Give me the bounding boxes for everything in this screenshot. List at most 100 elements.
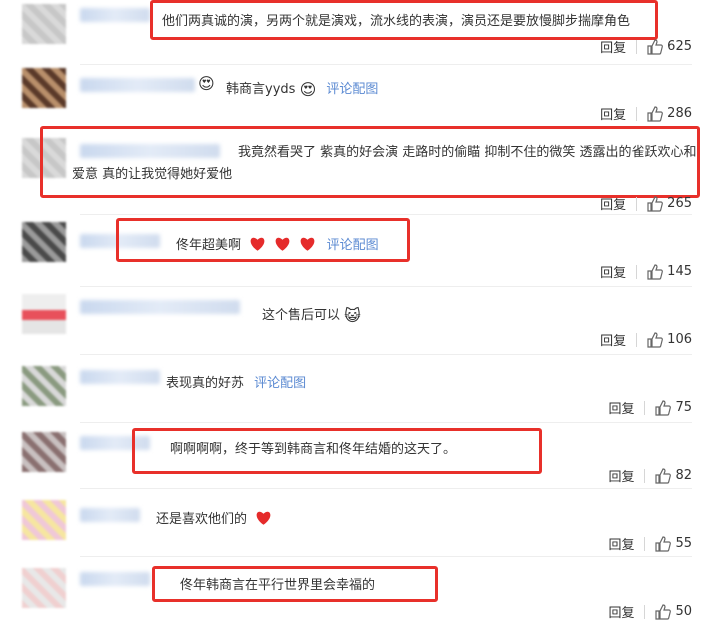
reply-button[interactable]: 回复 bbox=[600, 104, 626, 123]
reply-button[interactable]: 回复 bbox=[608, 602, 634, 621]
cat-emoji-icon: 😺 bbox=[344, 306, 361, 325]
comment-text: 韩商言yyds bbox=[226, 82, 296, 97]
divider bbox=[636, 39, 638, 54]
reply-button[interactable]: 回复 bbox=[600, 262, 626, 281]
comment-actions: 回复 106 bbox=[600, 330, 692, 349]
like-button[interactable]: 75 bbox=[655, 399, 692, 416]
like-count: 50 bbox=[675, 604, 692, 619]
comment-actions: 回复 145 bbox=[600, 262, 692, 281]
comment-actions: 回复 625 bbox=[600, 37, 692, 56]
thumbs-up-icon bbox=[647, 263, 664, 280]
divider bbox=[636, 332, 638, 347]
comment-text-line: 这个售后可以 😺 bbox=[262, 304, 361, 325]
comment-item: 佟年超美啊 评论配图 回复 145 bbox=[0, 216, 704, 286]
comment-image-link[interactable]: 评论配图 bbox=[254, 376, 306, 391]
divider bbox=[644, 468, 646, 483]
avatar[interactable] bbox=[22, 4, 66, 44]
like-button[interactable]: 286 bbox=[647, 105, 692, 122]
comment-text-line: 还是喜欢他们的 bbox=[156, 508, 272, 527]
comment-actions: 回复 286 bbox=[600, 104, 692, 123]
like-count: 265 bbox=[667, 196, 692, 211]
like-count: 625 bbox=[667, 39, 692, 54]
divider bbox=[80, 422, 692, 423]
reply-button[interactable]: 回复 bbox=[600, 194, 626, 213]
like-button[interactable]: 82 bbox=[655, 467, 692, 484]
reply-button[interactable]: 回复 bbox=[608, 466, 634, 485]
like-button[interactable]: 265 bbox=[647, 195, 692, 212]
divider bbox=[644, 604, 646, 619]
like-button[interactable]: 145 bbox=[647, 263, 692, 280]
like-button[interactable]: 106 bbox=[647, 331, 692, 348]
like-button[interactable]: 50 bbox=[655, 603, 692, 620]
comment-item: 他们两真诚的演，另两个就是演戏，流水线的表演，演员还是要放慢脚步揣摩角色 回复 … bbox=[0, 0, 704, 62]
thumbs-up-icon bbox=[655, 535, 672, 552]
comment-text-line: 表现真的好苏 评论配图 bbox=[166, 372, 306, 391]
avatar[interactable] bbox=[22, 294, 66, 334]
comment-item: 这个售后可以 😺 回复 106 bbox=[0, 288, 704, 352]
username[interactable] bbox=[80, 78, 195, 92]
divider bbox=[80, 64, 692, 65]
like-count: 82 bbox=[675, 468, 692, 483]
like-count: 75 bbox=[675, 400, 692, 415]
heart-icon bbox=[256, 511, 271, 525]
reply-button[interactable]: 回复 bbox=[608, 398, 634, 417]
username[interactable] bbox=[80, 8, 150, 22]
comment-item: 表现真的好苏 评论配图 回复 75 bbox=[0, 356, 704, 420]
highlight-box bbox=[132, 428, 542, 474]
like-count: 286 bbox=[667, 106, 692, 121]
reply-button[interactable]: 回复 bbox=[608, 534, 634, 553]
comment-item: 我竟然看哭了 紫真的好会演 走路时的偷瞄 抑制不住的微笑 透露出的雀跃欢心和爱意… bbox=[0, 126, 704, 214]
divider bbox=[636, 106, 638, 121]
thumbs-up-icon bbox=[655, 603, 672, 620]
comment-actions: 回复 75 bbox=[608, 398, 692, 417]
comment-text: 这个售后可以 bbox=[262, 308, 341, 323]
thumbs-up-icon bbox=[647, 105, 664, 122]
thumbs-up-icon bbox=[655, 399, 672, 416]
like-count: 106 bbox=[667, 332, 692, 347]
comment-actions: 回复 50 bbox=[608, 602, 692, 621]
comment-text: 表现真的好苏 bbox=[166, 376, 245, 391]
divider bbox=[644, 536, 646, 551]
username[interactable] bbox=[80, 572, 150, 586]
divider bbox=[80, 214, 692, 215]
like-button[interactable]: 625 bbox=[647, 38, 692, 55]
divider bbox=[80, 488, 692, 489]
avatar[interactable] bbox=[22, 68, 66, 108]
username[interactable] bbox=[80, 370, 160, 384]
comment-text: 还是喜欢他们的 bbox=[156, 512, 248, 527]
highlight-box bbox=[152, 566, 438, 602]
reply-button[interactable]: 回复 bbox=[600, 37, 626, 56]
thumbs-up-icon bbox=[647, 195, 664, 212]
comment-actions: 回复 55 bbox=[608, 534, 692, 553]
comment-item: 啊啊啊啊，终于等到韩商言和佟年结婚的这天了。 回复 82 bbox=[0, 424, 704, 486]
avatar[interactable] bbox=[22, 222, 66, 262]
heart-eyes-emoji-icon: 😍 bbox=[299, 80, 317, 99]
comment-text-line: 韩商言yyds 😍 评论配图 bbox=[226, 78, 378, 99]
like-count: 145 bbox=[667, 264, 692, 279]
thumbs-up-icon bbox=[647, 38, 664, 55]
divider bbox=[644, 400, 646, 415]
avatar[interactable] bbox=[22, 366, 66, 406]
username[interactable] bbox=[80, 508, 140, 522]
avatar[interactable] bbox=[22, 568, 66, 608]
thumbs-up-icon bbox=[647, 331, 664, 348]
heart-eyes-emoji-icon: 😍 bbox=[198, 74, 215, 93]
thumbs-up-icon bbox=[655, 467, 672, 484]
divider bbox=[636, 264, 638, 279]
divider bbox=[80, 286, 692, 287]
divider bbox=[80, 354, 692, 355]
username[interactable] bbox=[80, 300, 240, 314]
highlight-box bbox=[116, 218, 410, 262]
like-button[interactable]: 55 bbox=[655, 535, 692, 552]
comment-item: 佟年韩商言在平行世界里会幸福的 回复 50 bbox=[0, 558, 704, 622]
reply-button[interactable]: 回复 bbox=[600, 330, 626, 349]
comment-item: 还是喜欢他们的 回复 55 bbox=[0, 490, 704, 554]
comment-image-link[interactable]: 评论配图 bbox=[326, 82, 378, 97]
highlight-box bbox=[150, 0, 658, 40]
divider bbox=[80, 556, 692, 557]
avatar[interactable] bbox=[22, 500, 66, 540]
comment-actions: 回复 82 bbox=[608, 466, 692, 485]
comment-actions: 回复 265 bbox=[600, 194, 692, 213]
comment-item: 😍 韩商言yyds 😍 评论配图 回复 286 bbox=[0, 66, 704, 126]
avatar[interactable] bbox=[22, 432, 66, 472]
